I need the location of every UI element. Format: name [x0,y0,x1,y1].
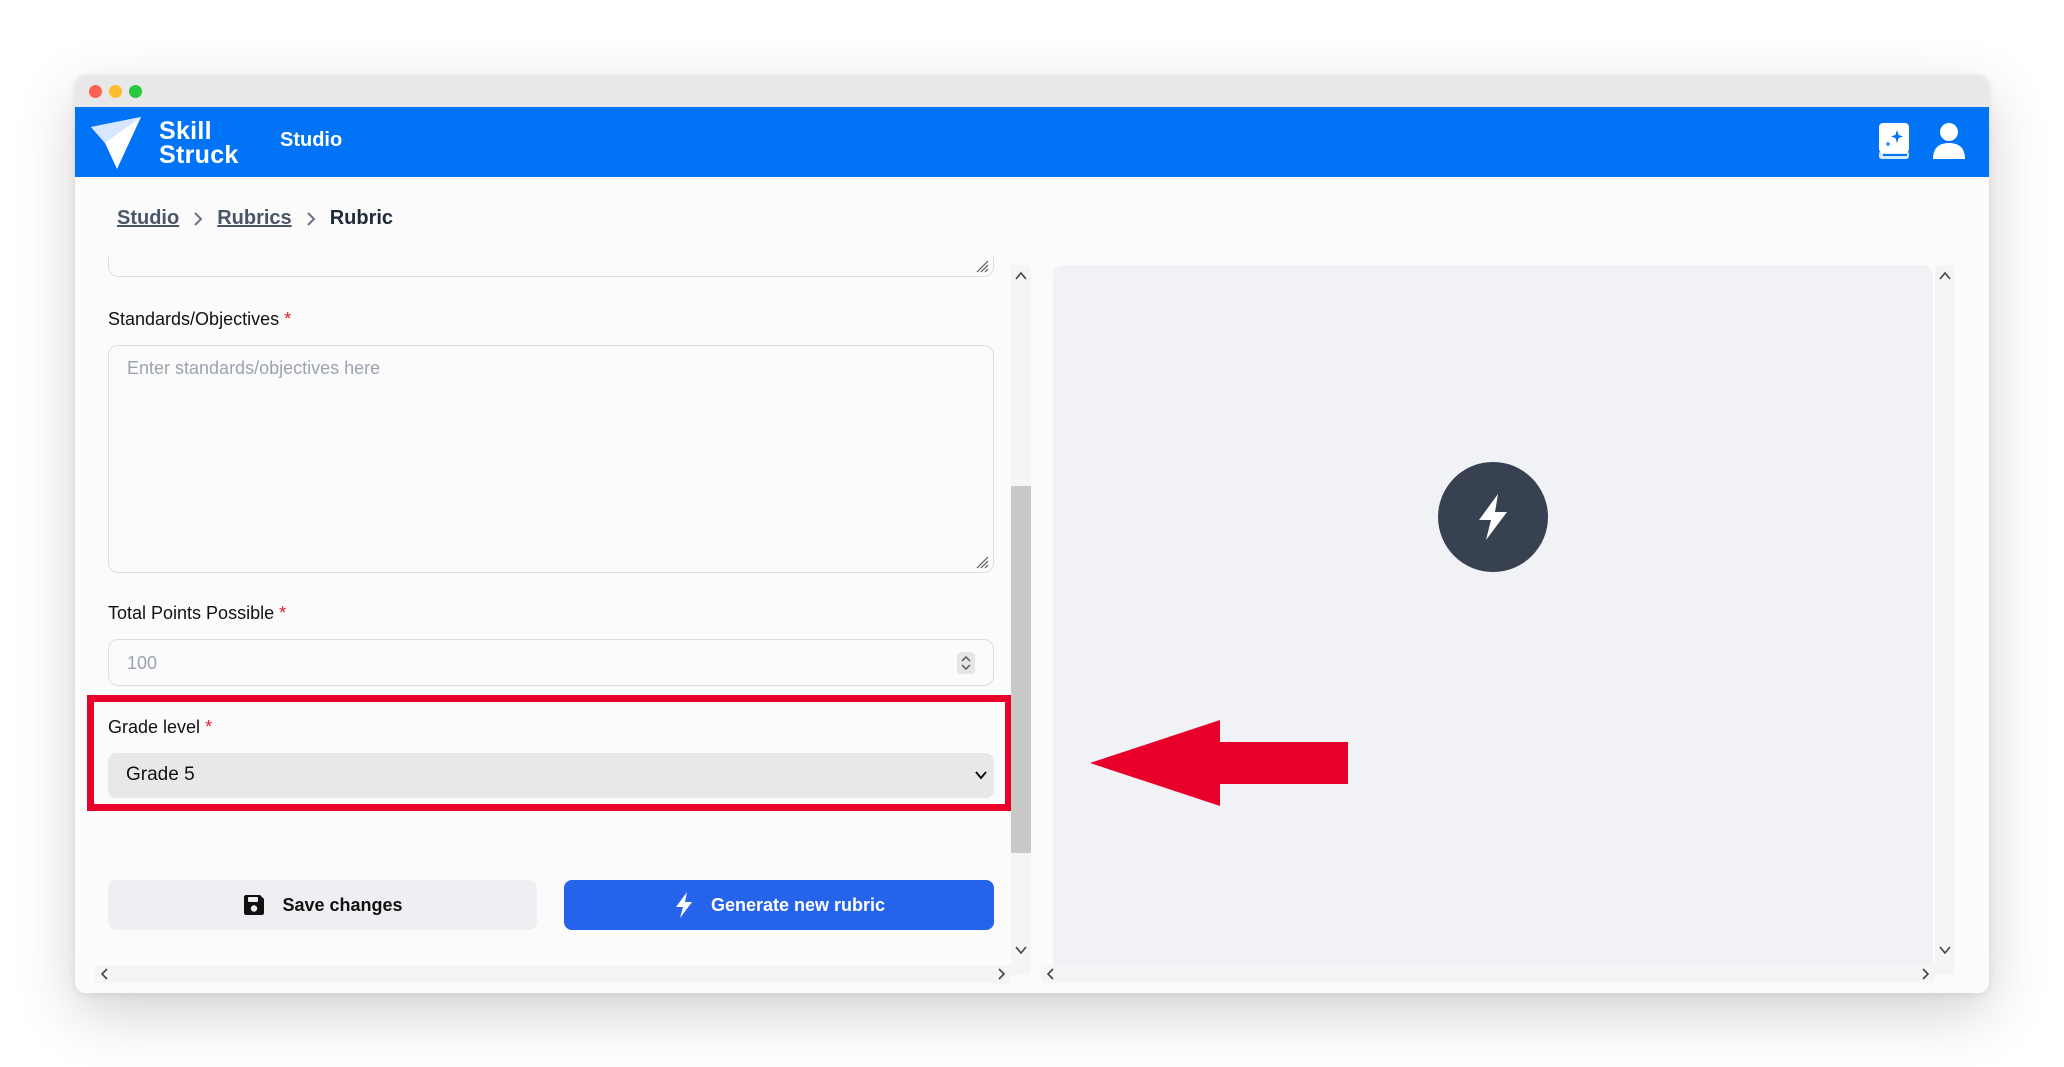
scroll-down-icon[interactable] [1011,941,1031,959]
standards-placeholder: Enter standards/objectives here [127,358,381,378]
grade-label: Grade level * [108,717,212,738]
grade-level-value: Grade 5 [126,764,195,785]
skillstruck-logo-icon[interactable] [87,113,147,171]
user-account-icon[interactable] [1931,121,1967,161]
save-changes-label: Save changes [282,894,403,915]
standards-label: Standards/Objectives * [108,309,291,330]
brand-line-1: Skill [159,117,212,145]
app-header: Skill Struck Studio [75,107,1989,177]
number-stepper-icon[interactable] [957,652,975,674]
resize-grip-icon[interactable] [975,555,989,569]
maximize-window-button[interactable] [129,85,142,98]
chevron-right-icon [194,211,203,226]
standards-textarea[interactable]: Enter standards/objectives here [108,345,994,573]
generate-placeholder-badge [1438,462,1548,572]
grade-level-select[interactable]: Grade 5 [108,753,994,798]
standards-label-text: Standards/Objectives [108,309,280,329]
save-changes-button[interactable]: Save changes [108,880,537,930]
form-scroll-thumb[interactable] [1011,486,1031,853]
breadcrumb: Studio Rubrics Rubric [117,207,393,230]
scroll-right-icon[interactable] [1915,965,1935,983]
generate-rubric-button[interactable]: Generate new rubric [564,880,994,930]
scroll-left-icon[interactable] [95,965,115,983]
form-horizontal-scrollbar[interactable] [95,965,1011,983]
chevron-right-icon [306,211,316,226]
points-label: Total Points Possible * [108,603,286,624]
brand-line-2: Struck [159,141,239,169]
generate-rubric-label: Generate new rubric [710,894,886,915]
lightning-bolt-icon [675,892,692,918]
points-label-text: Total Points Possible [108,603,275,623]
breadcrumb-studio-link[interactable]: Studio [117,207,179,230]
preview-panel [1053,265,1933,975]
scroll-right-icon[interactable] [991,965,1011,983]
section-title[interactable]: Studio [280,129,342,152]
required-marker: * [284,309,292,329]
scroll-left-icon[interactable] [1041,965,1061,983]
total-points-input[interactable]: 100 [108,639,994,686]
rubric-form-pane: Standards/Objectives * Enter standards/ob… [75,255,1032,983]
form-vertical-scrollbar[interactable] [1011,265,1031,975]
preview-horizontal-scrollbar[interactable] [1041,965,1935,983]
breadcrumb-current: Rubric [329,207,394,229]
scroll-down-icon[interactable] [1935,941,1955,959]
lightning-bolt-icon [1479,494,1507,540]
library-book-icon[interactable] [1877,121,1911,161]
minimize-window-button[interactable] [109,85,122,98]
red-pointer-arrow-icon [1090,720,1348,806]
window-titlebar [75,75,1989,107]
chevron-down-icon [975,771,987,780]
grade-label-text: Grade level [108,717,201,737]
previous-textarea[interactable] [108,255,994,277]
scroll-up-icon[interactable] [1935,267,1955,285]
floppy-disk-icon [244,895,265,915]
required-marker: * [279,603,287,623]
preview-vertical-scrollbar[interactable] [1935,265,1955,975]
required-marker: * [205,717,213,737]
rubric-preview-pane [1041,265,1956,983]
resize-grip-icon[interactable] [975,259,989,273]
breadcrumb-rubrics-link[interactable]: Rubrics [217,207,291,230]
close-window-button[interactable] [89,85,102,98]
scroll-up-icon[interactable] [1011,267,1031,285]
points-placeholder: 100 [127,653,158,673]
browser-window: Skill Struck Studio Studio Rubrics Rubri… [75,75,1989,993]
brand-name[interactable]: Skill Struck [159,117,239,169]
